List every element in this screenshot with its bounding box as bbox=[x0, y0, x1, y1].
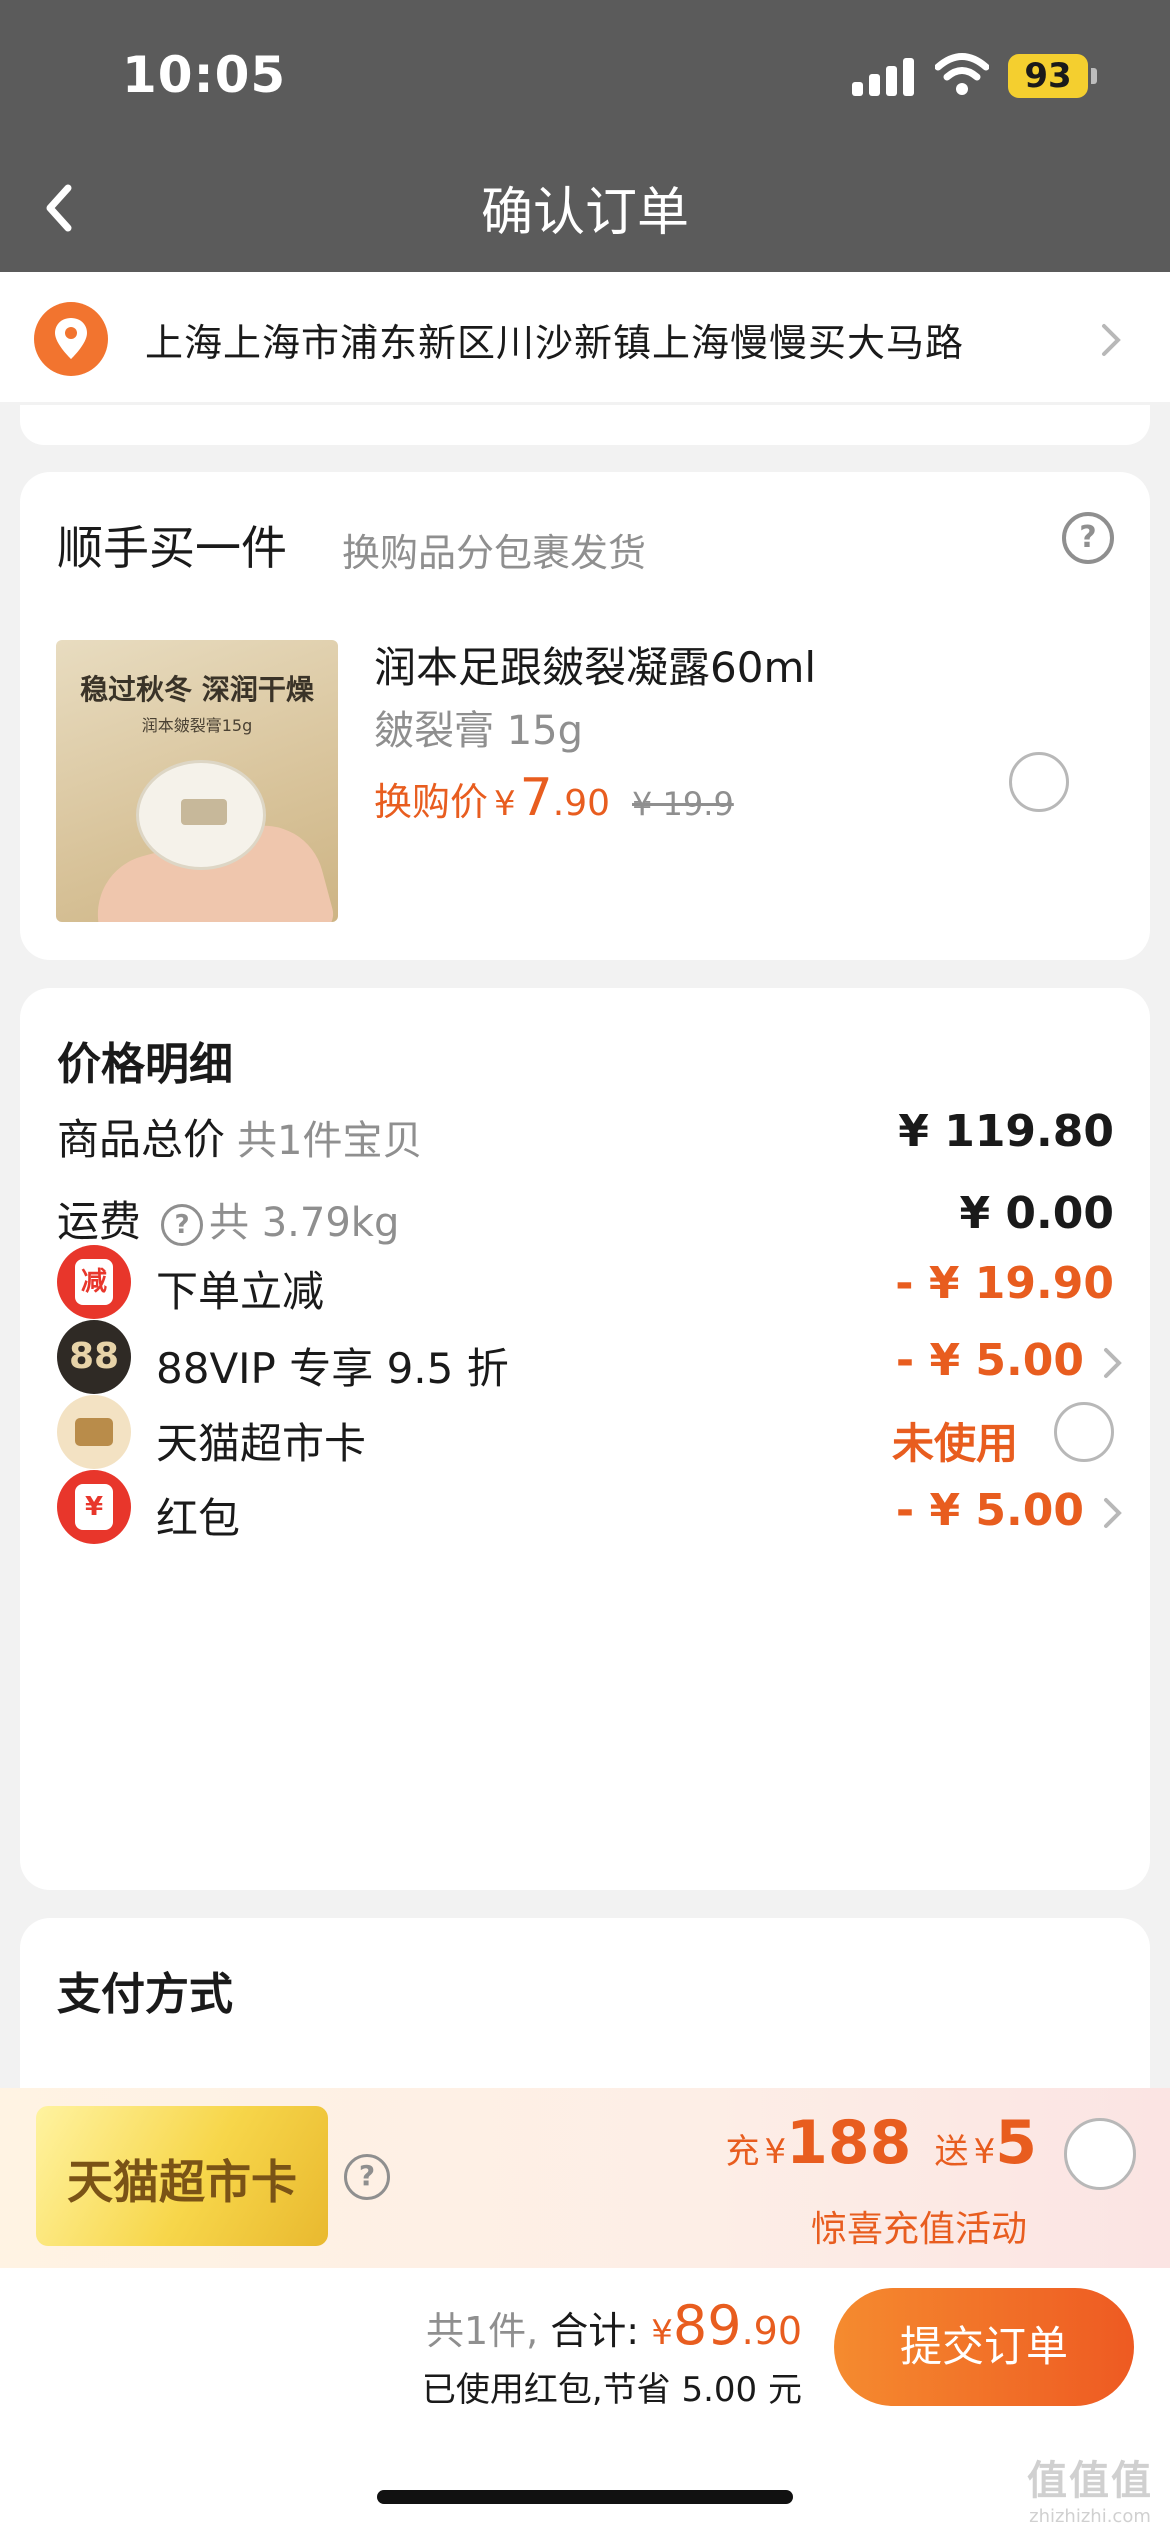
promo-select-radio[interactable] bbox=[1064, 2118, 1136, 2190]
card-icon bbox=[57, 1395, 131, 1469]
help-icon[interactable]: ? bbox=[1062, 512, 1114, 564]
order-summary: 共1件, 合计: ¥89.90 bbox=[425, 2294, 802, 2357]
status-time: 10:05 bbox=[122, 46, 287, 104]
supermarket-card-status: 未使用 bbox=[891, 1419, 1018, 1468]
discount-icon: 减 bbox=[57, 1245, 131, 1319]
price-detail-card: 价格明细 商品总价 共1件宝贝 ¥ 119.80 运费? 共 3.79kg ¥ 0.… bbox=[20, 988, 1150, 1890]
red-packet-label[interactable]: 红包 bbox=[156, 1485, 240, 1546]
vip-discount-label[interactable]: 88VIP 专享 9.5 折 bbox=[156, 1335, 509, 1396]
addon-card: 顺手买一件 换购品分包裹发货 ? 稳过秋冬 深润干燥 润本皴裂膏15g 润本足跟… bbox=[20, 472, 1150, 960]
red-packet-value[interactable]: - ¥ 5.00 bbox=[896, 1485, 1084, 1536]
goods-total-label: 商品总价 共1件宝贝 bbox=[57, 1115, 423, 1164]
battery-icon bbox=[1091, 68, 1097, 84]
promo-offer: 充 ¥188 送 ¥5 bbox=[725, 2108, 1037, 2178]
promo-subtitle: 惊喜充值活动 bbox=[810, 2209, 1027, 2250]
addon-subtitle: 换购品分包裹发货 bbox=[342, 531, 647, 575]
red-packet-icon: ¥ bbox=[57, 1470, 131, 1544]
addon-select-radio[interactable] bbox=[1009, 752, 1069, 812]
product-image-subtitle: 润本皴裂膏15g bbox=[141, 716, 253, 735]
order-card-bottom bbox=[20, 405, 1150, 445]
promo-card-text: 天猫超市卡 bbox=[67, 2155, 297, 2209]
payment-title: 支付方式 bbox=[57, 1969, 233, 2020]
chevron-right-icon[interactable] bbox=[1102, 1495, 1124, 1531]
page-title: 确认订单 bbox=[480, 183, 689, 243]
price-currency: ¥ bbox=[494, 784, 516, 824]
product-image-title: 稳过秋冬 深润干燥 bbox=[80, 673, 314, 706]
location-pin-icon bbox=[34, 302, 108, 376]
shipping-weight: 共 3.79kg bbox=[209, 1200, 400, 1246]
goods-count: 共1件宝贝 bbox=[237, 1118, 423, 1164]
saving-note: 已使用红包,节省 5.00 元 bbox=[421, 2370, 802, 2410]
supermarket-card-radio[interactable] bbox=[1054, 1402, 1114, 1462]
product-spec: 皴裂膏 15g bbox=[374, 708, 584, 754]
vip-discount-value[interactable]: - ¥ 5.00 bbox=[896, 1335, 1084, 1386]
88vip-icon: 88 bbox=[57, 1320, 131, 1394]
wifi-icon bbox=[935, 53, 989, 95]
addon-title: 顺手买一件 bbox=[57, 521, 287, 575]
product-image[interactable]: 稳过秋冬 深润干燥 润本皴裂膏15g bbox=[56, 640, 338, 922]
address-text: 上海上海市浦东新区川沙新镇上海慢慢买大马路 bbox=[145, 321, 965, 365]
help-icon[interactable]: ? bbox=[161, 1203, 204, 1246]
submit-order-button[interactable]: 提交订单 bbox=[834, 2288, 1134, 2406]
supermarket-card-label: 天猫超市卡 bbox=[156, 1419, 367, 1468]
goods-total-value: ¥ 119.80 bbox=[898, 1106, 1114, 1157]
signal-icon bbox=[852, 58, 916, 96]
order-discount-label: 下单立减 bbox=[156, 1267, 325, 1316]
product-price: 换购价 ¥7.90 ¥ 19.9 bbox=[374, 768, 734, 828]
price-detail-title: 价格明细 bbox=[57, 1039, 233, 1090]
shipping-label: 运费? 共 3.79kg bbox=[57, 1197, 400, 1246]
price-decimal: .90 bbox=[552, 783, 611, 824]
shipping-value: ¥ 0.00 bbox=[959, 1188, 1115, 1239]
home-indicator[interactable] bbox=[377, 2490, 793, 2504]
price-label: 换购价 bbox=[374, 780, 489, 824]
navigation-bar: 10:05 93 确认订单 bbox=[0, 0, 1170, 272]
recharge-promo-banner[interactable]: 天猫超市卡 ? 充 ¥188 送 ¥5 惊喜充值活动 bbox=[0, 2088, 1170, 2268]
original-price: ¥ 19.9 bbox=[632, 785, 734, 823]
watermark: 值值值 zhizhizhi.com bbox=[1027, 2458, 1153, 2527]
product-name[interactable]: 润本足跟皴裂凝露60ml bbox=[374, 634, 816, 695]
help-icon[interactable]: ? bbox=[344, 2154, 390, 2200]
battery-level: 93 bbox=[1008, 54, 1088, 98]
price-integer: 7 bbox=[519, 768, 553, 828]
chevron-right-icon[interactable] bbox=[1102, 1345, 1124, 1381]
jar-graphic bbox=[136, 760, 266, 870]
chevron-right-icon bbox=[1102, 324, 1121, 356]
order-discount-value: - ¥ 19.90 bbox=[895, 1258, 1114, 1309]
supermarket-card-image: 天猫超市卡 bbox=[36, 2106, 328, 2246]
